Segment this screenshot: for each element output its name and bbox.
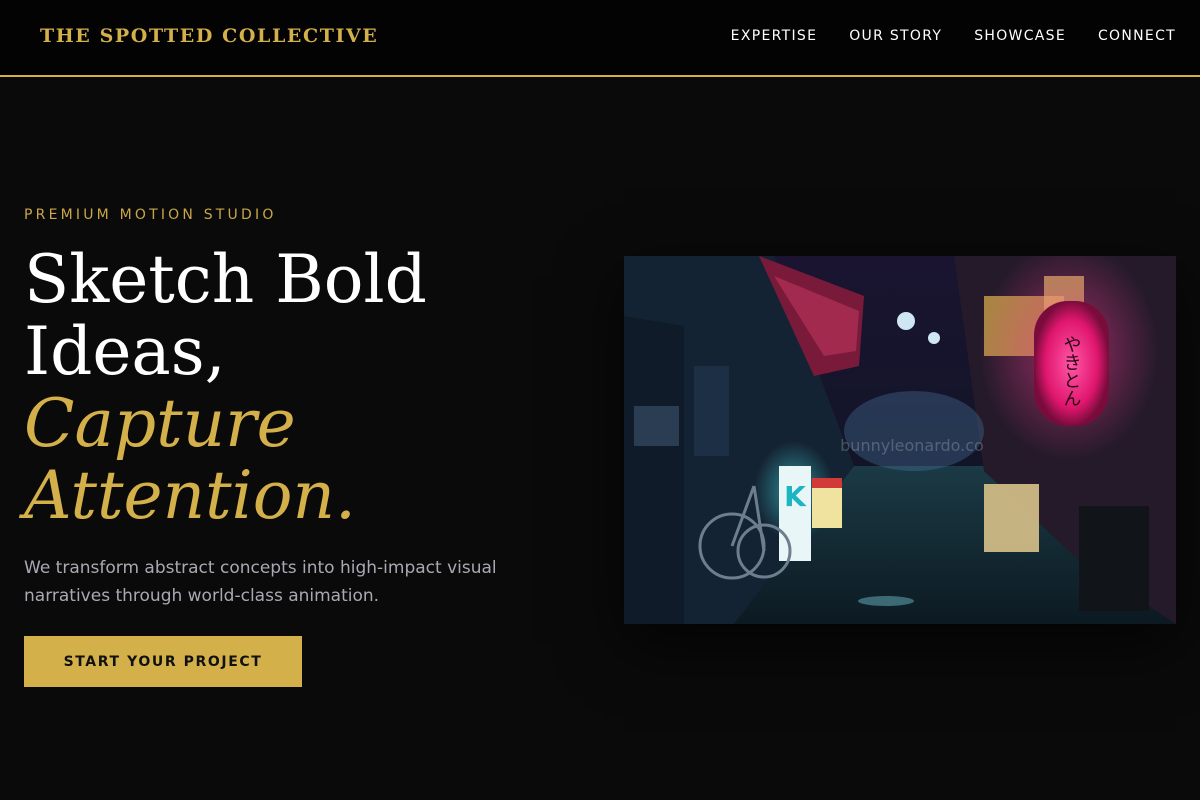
hero-eyebrow: PREMIUM MOTION STUDIO (24, 207, 277, 223)
start-project-button[interactable]: START YOUR PROJECT (24, 636, 302, 687)
sign-letter: K (784, 480, 807, 513)
lantern-text: やきとん (1061, 335, 1082, 407)
site-header: THE SPOTTED COLLECTIVE EXPERTISE OUR STO… (0, 0, 1200, 77)
brand-logo[interactable]: THE SPOTTED COLLECTIVE (40, 25, 378, 47)
headline-line-4-accent: Attention. (24, 457, 356, 534)
hero-image-alley: やきとん K bunnyleonardo.co (624, 256, 1176, 624)
nav-link-connect[interactable]: CONNECT (1098, 28, 1176, 44)
nav-link-expertise[interactable]: EXPERTISE (731, 28, 818, 44)
headline-line-3-accent: Capture (24, 385, 296, 462)
nav-link-our-story[interactable]: OUR STORY (849, 28, 942, 44)
main-nav: EXPERTISE OUR STORY SHOWCASE CONNECT (731, 28, 1176, 44)
hero-headline: Sketch Bold Ideas, Capture Attention. (24, 244, 584, 532)
headline-line-2: Ideas, (24, 313, 226, 390)
nav-link-showcase[interactable]: SHOWCASE (974, 28, 1066, 44)
headline-line-1: Sketch Bold (24, 241, 427, 318)
hero-subtext: We transform abstract concepts into high… (24, 558, 497, 606)
image-watermark: bunnyleonardo.co (840, 436, 984, 455)
